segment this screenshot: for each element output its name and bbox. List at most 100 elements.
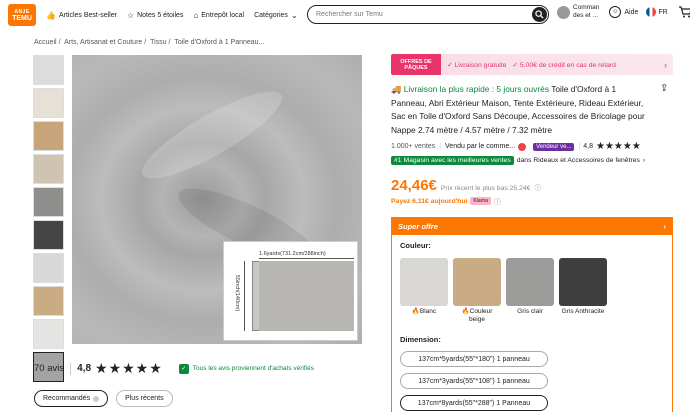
dimension-card: 1.6yards(731.2cm/288inch) 55inch(140cm): [223, 241, 358, 341]
recent-lowest-price: Prix récent le plus bas:25.24€: [440, 185, 531, 192]
logo-bottom-text: TEMU: [12, 14, 32, 22]
shield-check-icon: ✓: [178, 363, 189, 374]
bestseller-rank[interactable]: #1 Magasin avec les meilleures ventes da…: [391, 156, 645, 165]
swatch-image: [506, 258, 554, 306]
seller-rating: 4,8: [583, 143, 593, 150]
divider: |: [439, 143, 442, 150]
late-credit-text: ✓ 5,00€ de crédit en cas de retard: [512, 61, 616, 69]
info-icon: ⓘ: [493, 199, 501, 206]
fast-delivery-text: Livraison la plus rapide : 5 jours ouvré…: [403, 84, 550, 94]
dimension-length-label: 1.6yards(731.2cm/288inch): [259, 251, 326, 257]
pay-today-row[interactable]: Payez 6,11€ aujourd'hui Klarna ⓘ: [391, 196, 501, 206]
language-label: FR: [658, 8, 668, 16]
filter-recommended-label: Recommandés: [43, 395, 91, 402]
divider: |: [578, 143, 581, 150]
thumbnail[interactable]: [33, 88, 64, 118]
thumbnail-list: [33, 55, 65, 385]
nav-five-stars-label: Notes 5 étoiles: [137, 11, 184, 19]
thumbnail[interactable]: [33, 220, 64, 250]
temu-logo[interactable]: ANJE TEMU: [8, 4, 36, 26]
main-product-image[interactable]: 1.6yards(731.2cm/288inch) 55inch(140cm): [72, 55, 362, 344]
super-offer-panel: Super offre › Couleur: 🔥Blanc 🔥Couleur be…: [391, 217, 673, 412]
nav-five-stars[interactable]: ☆ Notes 5 étoiles: [127, 11, 183, 20]
swatch-image: [559, 258, 607, 306]
swatch-label: Gris Anthracite: [559, 308, 607, 316]
breadcrumb-arts[interactable]: Arts, Artisanat et Couture: [64, 39, 142, 46]
color-swatches: 🔥Blanc 🔥Couleur beige Gris clair Gris Anthr…: [400, 258, 612, 323]
easter-offer-tag: OFFRES DE PÂQUES: [391, 54, 441, 75]
orders-link[interactable]: Comman des et ...: [573, 4, 599, 20]
filter-recent-button[interactable]: Plus récents: [116, 390, 173, 407]
promo-banner[interactable]: OFFRES DE PÂQUES ✓ Livraison gratuite ✓ …: [391, 54, 673, 75]
review-rating: 4,8: [77, 363, 92, 374]
seller-row: 1.000+ ventes | Vendu par le comme... Ve…: [391, 141, 641, 152]
help-icon: ☺: [609, 6, 622, 18]
sales-count: 1.000+ ventes: [391, 143, 436, 150]
swatch-label-text: Gris Anthracite: [561, 308, 605, 315]
search-placeholder: Rechercher sur Temu: [316, 11, 383, 18]
info-icon[interactable]: ⓘ: [534, 182, 541, 192]
search-input[interactable]: Rechercher sur Temu: [307, 5, 549, 24]
nav-best-sellers-label: Articles Best-seller: [58, 11, 117, 19]
dimension-option-8yards[interactable]: 137cm*8yards(55"*288") 1 Panneau: [400, 395, 548, 411]
thumbnail[interactable]: [33, 253, 64, 283]
price: 24,46€: [391, 177, 437, 194]
breadcrumb-home[interactable]: Accueil: [34, 39, 57, 46]
account-icon[interactable]: [557, 5, 570, 19]
nav-local-warehouse-label: Entrepôt local: [201, 11, 245, 19]
chevron-down-icon: ⌄: [290, 10, 298, 20]
search-button[interactable]: [532, 7, 547, 22]
review-count[interactable]: 70 avis: [34, 363, 64, 374]
fire-icon: 🔥: [461, 308, 470, 315]
nav-local-warehouse[interactable]: ⌂ Entrepôt local: [193, 11, 244, 20]
seller-name[interactable]: Vendu par le comme...: [445, 143, 515, 150]
filter-recent-label: Plus récents: [125, 395, 164, 402]
breadcrumb: Accueil / Arts, Artisanat et Couture / Tis…: [34, 39, 264, 46]
swatch-image: [400, 258, 448, 306]
france-flag-icon: [646, 7, 657, 17]
help-link[interactable]: ☺ Aide: [609, 6, 638, 18]
thumbnail[interactable]: [33, 319, 64, 349]
free-shipping-text: ✓ Livraison gratuite: [447, 61, 507, 69]
thumbnail[interactable]: [33, 187, 64, 217]
super-offer-header[interactable]: Super offre ›: [392, 218, 672, 235]
language-selector[interactable]: FR: [646, 7, 668, 17]
nav-best-sellers[interactable]: 👍 Articles Best-seller: [46, 11, 117, 20]
cart-icon[interactable]: [678, 6, 690, 18]
nav-categories-label: Catégories: [254, 11, 288, 19]
fire-icon: 🔥: [411, 308, 420, 315]
thumbnail[interactable]: [33, 55, 64, 85]
thumbnail[interactable]: [33, 154, 64, 184]
fabric-fold-highlight: [132, 77, 292, 193]
thumbnail[interactable]: [33, 286, 64, 316]
breadcrumb-fabric[interactable]: Tissu: [150, 39, 166, 46]
filter-recommended-button[interactable]: Recommandés: [34, 390, 109, 407]
thumbnail[interactable]: [33, 121, 64, 151]
verified-notice: ✓ Tous les avis proviennent d'achats vér…: [178, 363, 314, 374]
color-swatch[interactable]: 🔥Blanc: [400, 258, 448, 323]
share-icon[interactable]: ⇪: [660, 83, 668, 94]
fabric-swatch: [259, 261, 354, 331]
thumbs-up-icon: 👍: [46, 10, 56, 20]
product-title: 🚚 Livraison la plus rapide : 5 jours ouv…: [391, 83, 653, 137]
color-swatch[interactable]: 🔥Couleur beige: [453, 258, 501, 323]
search-icon: [535, 10, 544, 19]
dimension-option-5yards[interactable]: 137cm*5yards(55"*180") 1 panneau: [400, 351, 548, 367]
color-swatch[interactable]: Gris clair: [506, 258, 554, 323]
breadcrumb-separator: /: [168, 39, 171, 46]
swatch-image: [453, 258, 501, 306]
dimension-width-label: 55inch(140cm): [234, 274, 241, 312]
bestseller-category: dans Rideaux et Accessoires de fenêtres: [516, 157, 640, 164]
dimension-option-3yards[interactable]: 137cm*3yards(55"*108") 1 panneau: [400, 373, 548, 389]
chevron-right-icon: ›: [663, 222, 667, 231]
reviews-summary: 70 avis 4,8 ★★★★★ ✓ Tous les avis provie…: [34, 360, 314, 377]
breadcrumb-separator: /: [144, 39, 147, 46]
swatch-label-text: Gris clair: [517, 308, 543, 315]
super-offer-title: Super offre: [398, 222, 438, 231]
nav-categories[interactable]: Catégories ⌄: [254, 11, 298, 20]
color-swatch[interactable]: Gris Anthracite: [559, 258, 607, 323]
color-label: Couleur:: [400, 241, 431, 250]
swatch-label: 🔥Blanc: [400, 308, 448, 316]
top-header: ANJE TEMU 👍 Articles Best-seller ☆ Notes…: [0, 0, 690, 30]
swatch-label: Gris clair: [506, 308, 554, 316]
